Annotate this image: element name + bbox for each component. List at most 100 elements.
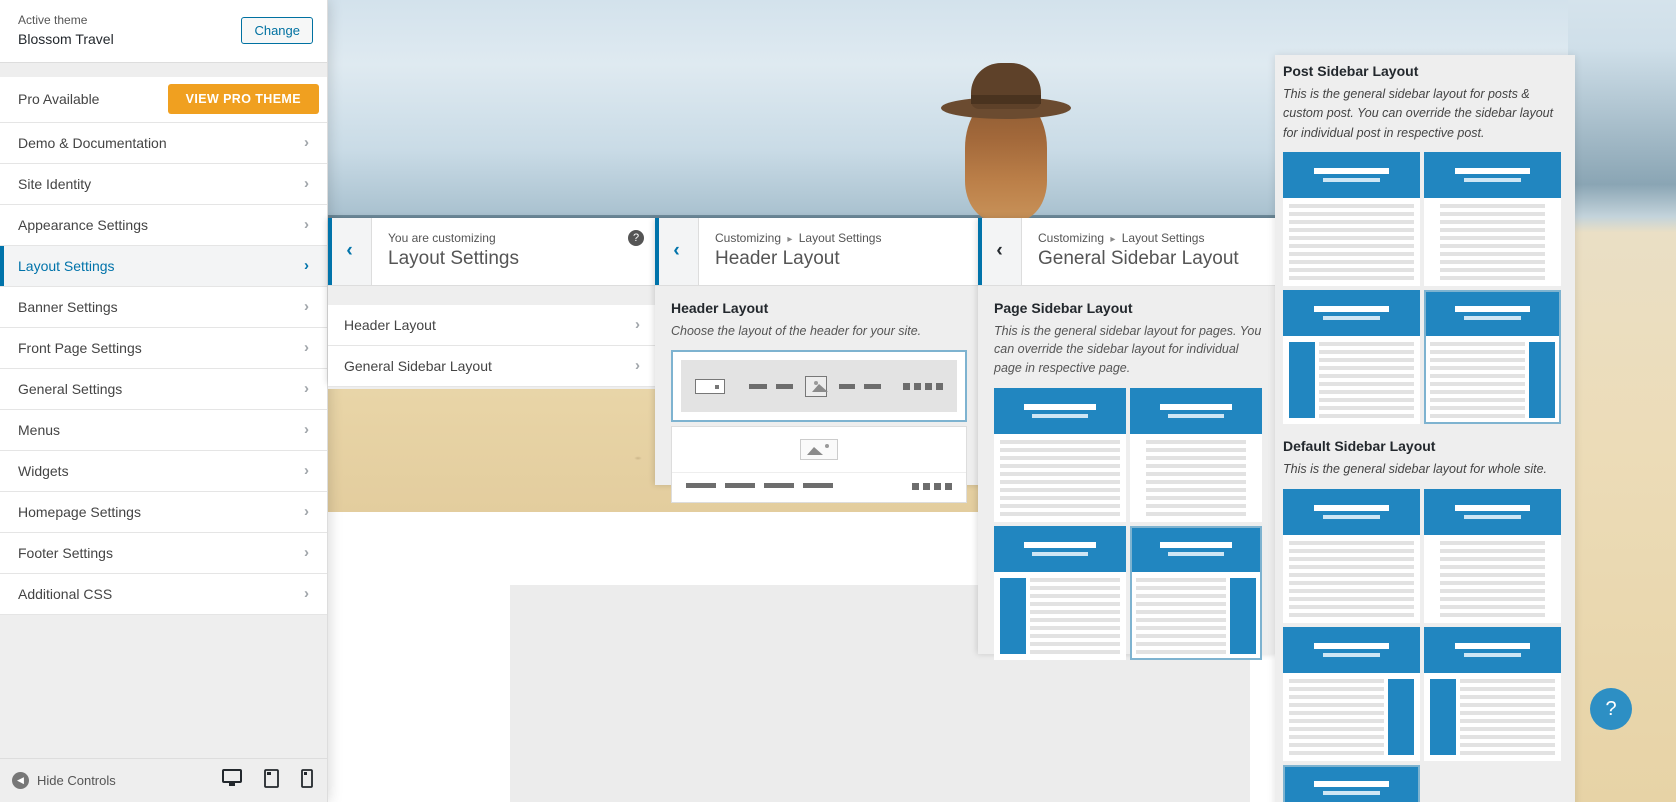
tablet-icon[interactable]	[264, 768, 279, 793]
sidebar-option-full-width[interactable]	[994, 387, 1126, 522]
thumb-text-column	[1146, 439, 1246, 516]
sidebar-item-label: Appearance Settings	[18, 216, 148, 233]
sidebar-option-full-width[interactable]	[1283, 152, 1420, 287]
sidebar-item-additional-css[interactable]: Additional CSS ›	[0, 573, 327, 615]
thumb-content	[1424, 673, 1561, 761]
collapse-icon: ◀	[12, 772, 29, 789]
sidebar-option-no-sidebar-narrow[interactable]	[1424, 152, 1561, 287]
sidebar-item-label: Menus	[18, 421, 61, 438]
thumb-content	[1283, 535, 1420, 623]
thumb-subtitle-line	[1168, 551, 1224, 556]
thumb-sidebar-block	[1529, 342, 1555, 419]
menu-bar	[748, 383, 768, 389]
sidebar-item-layout-settings[interactable]: Layout Settings ›	[0, 245, 327, 287]
social-square-icon	[912, 483, 919, 491]
thumb-subtitle-line	[1168, 413, 1224, 418]
chevron-right-icon: ›	[304, 544, 309, 562]
sidebar-option-left-sidebar[interactable]	[1283, 290, 1420, 425]
thumb-content	[1283, 673, 1420, 761]
chevron-right-icon: ›	[635, 357, 640, 375]
thumb-subtitle-line	[1322, 178, 1381, 183]
control-title: Header Layout	[671, 299, 769, 316]
hide-controls-button[interactable]: ◀ Hide Controls	[12, 772, 116, 789]
thumb-header	[994, 525, 1126, 572]
sidebar-option-no-sidebar-narrow[interactable]	[1130, 387, 1262, 522]
sidebar-item-footer-settings[interactable]: Footer Settings ›	[0, 532, 327, 574]
thumb-subtitle-line	[1322, 514, 1381, 519]
thumb-header	[1283, 152, 1420, 199]
panel-body: Header Layout › General Sidebar Layout ›	[328, 285, 656, 389]
nav-row-general-sidebar-layout[interactable]: General Sidebar Layout ›	[328, 345, 656, 387]
help-icon[interactable]: ?	[628, 230, 644, 246]
sidebar-item-general-settings[interactable]: General Settings ›	[0, 368, 327, 410]
breadcrumb-parent[interactable]: Layout Settings	[799, 231, 882, 245]
customizer-sidebar: Active theme Blossom Travel Change Pro A…	[0, 0, 328, 802]
thumb-subtitle-line	[1032, 551, 1088, 556]
sidebar-option-right-sidebar[interactable]	[1130, 525, 1262, 660]
breadcrumb-root[interactable]: Customizing	[715, 231, 781, 245]
thumb-subtitle-line	[1322, 790, 1381, 795]
sidebar-item-appearance-settings[interactable]: Appearance Settings ›	[0, 204, 327, 246]
change-theme-button[interactable]: Change	[241, 17, 313, 45]
thumb-subtitle-line	[1463, 514, 1522, 519]
sidebar-item-demo-documentation[interactable]: Demo & Documentation ›	[0, 122, 327, 164]
thumb-subtitle-line	[1463, 316, 1522, 321]
sidebar-option-full-width[interactable]	[1283, 488, 1420, 623]
panel-header: ‹ Customizing ▸ Layout Settings Header L…	[655, 218, 983, 286]
thumb-content	[1424, 535, 1561, 623]
thumb-header	[1283, 290, 1420, 337]
thumb-subtitle-line	[1463, 652, 1522, 657]
panel-back-button[interactable]: ‹	[978, 218, 1022, 285]
thumb-content	[1424, 198, 1561, 286]
sidebar-option-right-sidebar[interactable]	[1424, 626, 1561, 761]
panel-header: ‹ Customizing ▸ Layout Settings General …	[978, 218, 1278, 286]
sidebar-option-no-sidebar-narrow[interactable]	[1424, 488, 1561, 623]
sidebar-option-left-sidebar[interactable]	[1283, 626, 1420, 761]
header-layout-option-one[interactable]	[671, 350, 967, 423]
desktop-icon[interactable]	[222, 769, 242, 792]
header-layout-option-two[interactable]	[671, 426, 967, 504]
control-description: Choose the layout of the header for your…	[671, 323, 922, 338]
chevron-right-icon: ›	[304, 503, 309, 521]
view-pro-theme-button[interactable]: VIEW PRO THEME	[167, 84, 319, 115]
sidebar-item-banner-settings[interactable]: Banner Settings ›	[0, 286, 327, 328]
sidebar-item-menus[interactable]: Menus ›	[0, 409, 327, 451]
panel-back-button[interactable]: ‹	[328, 218, 372, 285]
sidebar-item-site-identity[interactable]: Site Identity ›	[0, 163, 327, 205]
thumb-header	[1424, 488, 1561, 535]
menu-bar	[864, 383, 882, 389]
thumb-text-column	[1289, 204, 1414, 281]
customizer-footer: ◀ Hide Controls	[0, 758, 327, 802]
sidebar-option-right-sidebar[interactable]	[1424, 290, 1561, 425]
sidebar-option-left-sidebar[interactable]	[994, 525, 1126, 660]
preview-right-gutter	[1568, 0, 1676, 802]
control-description: This is the general sidebar layout for w…	[1283, 462, 1548, 477]
control-description: This is the general sidebar layout for p…	[994, 323, 1262, 376]
mobile-icon[interactable]	[301, 768, 313, 793]
sidebar-item-label: Footer Settings	[18, 544, 113, 561]
thumb-text-column	[1289, 678, 1384, 755]
breadcrumb-root[interactable]: Customizing	[1038, 231, 1104, 245]
breadcrumb-parent[interactable]: Layout Settings	[1122, 231, 1205, 245]
device-preview-group	[222, 768, 313, 793]
panel-general-sidebar-layout: ‹ Customizing ▸ Layout Settings General …	[978, 218, 1278, 660]
panel-right-sidebar-layouts: Post Sidebar Layout This is the general …	[1275, 55, 1575, 802]
thumb-title-line	[1313, 642, 1390, 649]
thumb-sidebar-block	[1230, 577, 1256, 654]
panel-back-button[interactable]: ‹	[655, 218, 699, 285]
sidebar-item-widgets[interactable]: Widgets ›	[0, 450, 327, 492]
active-theme-info: Active theme Blossom Travel	[18, 12, 114, 50]
menu-bar	[725, 483, 755, 489]
social-square-icon	[923, 483, 930, 491]
thumb-subtitle-line	[1032, 413, 1088, 418]
pro-available-row: Pro Available VIEW PRO THEME	[0, 76, 327, 123]
chevron-right-icon: ›	[304, 216, 309, 234]
sidebar-item-homepage-settings[interactable]: Homepage Settings ›	[0, 491, 327, 533]
thumb-header	[994, 387, 1126, 434]
sidebar-option-right-sidebar-selected[interactable]	[1283, 764, 1420, 802]
preview-help-button[interactable]: ?	[1590, 688, 1632, 730]
sidebar-item-front-page-settings[interactable]: Front Page Settings ›	[0, 327, 327, 369]
thumb-header	[1283, 626, 1420, 673]
social-square-icon	[903, 382, 911, 390]
nav-row-header-layout[interactable]: Header Layout ›	[328, 304, 656, 346]
